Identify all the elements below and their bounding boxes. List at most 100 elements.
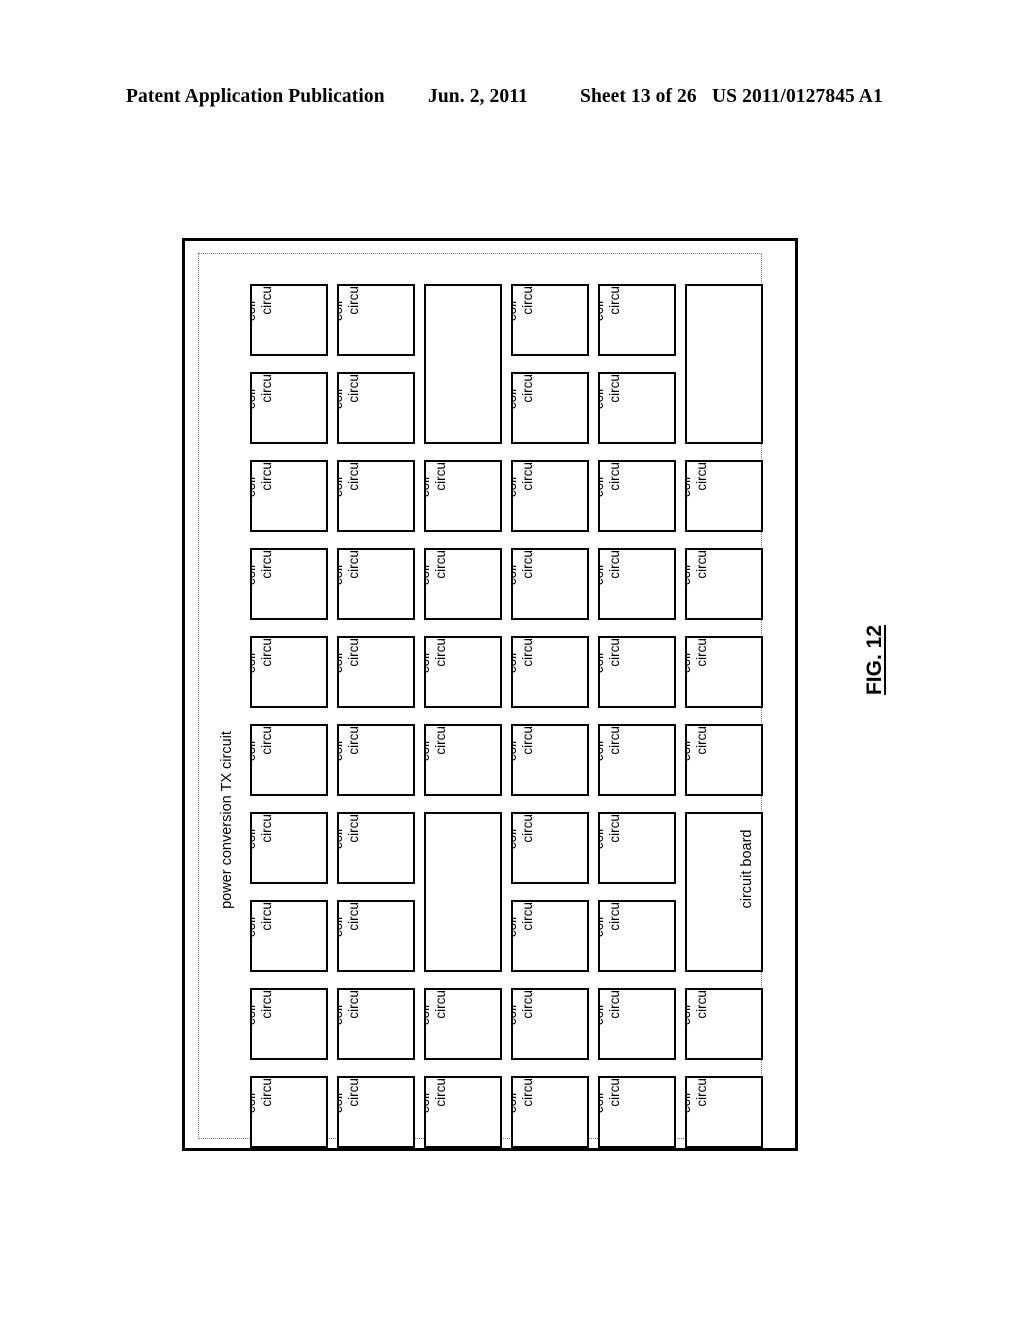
coil-circuit-cell-label-line2: circuit	[433, 460, 448, 491]
coil-circuit-cell-label-line2: circuit	[520, 636, 535, 667]
coil-circuit-cell-label-line1: coil	[685, 1004, 694, 1026]
circuit-board-outline: power conversion TX circuit coil circuit c…	[182, 238, 798, 1151]
coil-circuit-cell-label-line1: coil	[685, 1092, 694, 1114]
coil-circuit-cell-label-line2: circuit	[259, 460, 274, 491]
coil-circuit-cell-label: coil circuit	[513, 286, 536, 334]
coil-circuit-cell-label-line1: coil	[337, 300, 346, 322]
figure-label: FIG. 12	[863, 624, 886, 696]
patent-header: Patent Application Publication Jun. 2, 2…	[0, 86, 1024, 116]
coil-circuit-cell-label: coil circuit	[511, 726, 536, 774]
coil-circuit-cell: coil circuit	[598, 372, 676, 444]
coil-circuit-cell: coil circuit	[250, 372, 328, 444]
coil-circuit-cell-label-line1: coil	[424, 564, 433, 586]
coil-circuit-cell: coil circuit	[511, 372, 589, 444]
coil-circuit-cell: coil circuit	[250, 460, 328, 532]
coil-circuit-cell: coil circuit	[337, 812, 415, 884]
control-circuit-cell: control circuit	[685, 284, 763, 444]
coil-circuit-cell-label: coil circuit	[600, 374, 623, 422]
control-circuit-cell: control circuit	[424, 284, 502, 444]
coil-circuit-cell-label-line1: coil	[511, 740, 520, 762]
coil-circuit-cell-label: coil circuit	[685, 1078, 710, 1126]
coil-circuit-cell-label-line1: coil	[337, 1004, 346, 1026]
coil-circuit-cell-label: coil circuit	[511, 636, 536, 686]
coil-circuit-cell-label: coil circuit	[511, 900, 536, 950]
coil-circuit-cell: coil circuit	[337, 724, 415, 796]
coil-circuit-cell-label-line2: circuit	[520, 900, 535, 931]
coil-circuit-cell: coil circuit	[337, 636, 415, 708]
coil-circuit-cell-label-line2: circuit	[433, 724, 448, 755]
coil-circuit-cell-label: coil circuit	[511, 372, 536, 422]
coil-circuit-cell-label-line1: coil	[598, 828, 607, 850]
coil-circuit-cell-label-line1: coil	[511, 388, 520, 410]
coil-circuit-cell: coil circuit	[598, 1076, 676, 1148]
coil-circuit-cell: coil circuit	[511, 812, 589, 884]
coil-circuit-cell: coil circuit	[511, 900, 589, 972]
coil-circuit-cell-label-line1: coil	[250, 1004, 259, 1026]
coil-circuit-cell-label: coil circuit	[424, 460, 449, 510]
coil-circuit-cell-label-line2: circuit	[607, 636, 622, 667]
coil-circuit-cell-label-line2: circuit	[346, 284, 361, 315]
coil-circuit-cell-label-line2: circuit	[694, 988, 709, 1019]
coil-circuit-cell-label-line2: circuit	[259, 284, 274, 315]
coil-circuit-cell-label-line2: circuit	[346, 812, 361, 843]
header-patent-number: US 2011/0127845 A1	[712, 86, 883, 107]
coil-circuit-cell-label-line1: coil	[598, 300, 607, 322]
coil-circuit-cell: coil circuit	[511, 988, 589, 1060]
coil-circuit-cell-label-line2: circuit	[520, 988, 535, 1019]
power-conversion-tx-circuit-region: power conversion TX circuit coil circuit c…	[198, 253, 763, 1148]
coil-circuit-cell-label-line2: circuit	[259, 636, 274, 667]
coil-circuit-cell: coil circuit	[250, 284, 328, 356]
coil-circuit-cell-label-line2: circuit	[346, 548, 361, 579]
coil-circuit-cell-label: coil circuit	[252, 726, 275, 774]
coil-circuit-cell: coil circuit	[685, 988, 763, 1060]
coil-circuit-cell-label-line1: coil	[424, 740, 433, 762]
coil-circuit-cell-label: coil circuit	[600, 726, 623, 774]
coil-circuit-cell: coil circuit	[250, 548, 328, 620]
coil-circuit-cell-label: coil circuit	[252, 1076, 275, 1126]
coil-circuit-cell-label-line1: coil	[511, 652, 520, 674]
coil-circuit-cell-label-line1: coil	[250, 916, 259, 938]
coil-circuit-cell-label-line2: circuit	[259, 372, 274, 403]
coil-circuit-cell-label: coil circuit	[513, 1078, 536, 1126]
coil-circuit-cell: coil circuit	[685, 724, 763, 796]
coil-circuit-cell-label-line2: circuit	[346, 372, 361, 403]
coil-circuit-cell: coil circuit	[511, 1076, 589, 1148]
coil-circuit-cell: coil circuit	[337, 900, 415, 972]
coil-circuit-cell-label-line1: coil	[424, 476, 433, 498]
coil-circuit-cell-label: coil circuit	[600, 990, 623, 1038]
coil-circuit-cell: coil circuit	[424, 636, 502, 708]
coil-circuit-cell-label: coil circuit	[339, 726, 362, 774]
coil-circuit-cell: coil circuit	[511, 724, 589, 796]
coil-circuit-cell-label-line2: circuit	[520, 548, 535, 579]
coil-circuit-cell-label: coil circuit	[250, 372, 275, 422]
coil-circuit-cell-label-line1: coil	[250, 388, 259, 410]
coil-circuit-cell-label-line1: coil	[337, 476, 346, 498]
coil-circuit-cell-label: coil circuit	[600, 460, 623, 510]
coil-circuit-cell-label-line1: coil	[337, 564, 346, 586]
header-sheet-number: Sheet 13 of 26	[580, 86, 697, 107]
coil-circuit-cell-label: coil circuit	[337, 284, 362, 334]
coil-circuit-cell-label-line1: coil	[598, 564, 607, 586]
coil-circuit-cell-label-line2: circuit	[520, 372, 535, 403]
coil-circuit-cell-label-line1: coil	[685, 740, 694, 762]
coil-circuit-cell-label-line1: coil	[511, 476, 520, 498]
control-circuit-cell: control circuit	[424, 812, 502, 972]
coil-circuit-cell-label-line2: circuit	[694, 460, 709, 491]
coil-circuit-cell-label-line2: circuit	[607, 812, 622, 843]
coil-circuit-cell-label-line1: coil	[511, 916, 520, 938]
coil-circuit-cell-label-line1: coil	[424, 1004, 433, 1026]
coil-circuit-cell-label: coil circuit	[339, 812, 362, 862]
coil-circuit-cell-label-line2: circuit	[259, 900, 274, 931]
coil-circuit-cell-label-line1: coil	[424, 652, 433, 674]
coil-circuit-cell-label-line1: coil	[511, 828, 520, 850]
coil-circuit-cell: coil circuit	[337, 460, 415, 532]
coil-circuit-cell-label-line1: coil	[250, 300, 259, 322]
coil-circuit-cell-label-line1: coil	[685, 476, 694, 498]
coil-circuit-cell-label: coil circuit	[337, 990, 362, 1038]
coil-circuit-cell: coil circuit	[598, 548, 676, 620]
coil-circuit-cell-label-line2: circuit	[259, 1076, 274, 1107]
coil-circuit-cell-label-line2: circuit	[607, 460, 622, 491]
coil-circuit-cell-label: coil circuit	[687, 550, 710, 598]
coil-circuit-cell-label: coil circuit	[600, 902, 623, 950]
power-conversion-tx-circuit-label: power conversion TX circuit	[219, 731, 235, 909]
